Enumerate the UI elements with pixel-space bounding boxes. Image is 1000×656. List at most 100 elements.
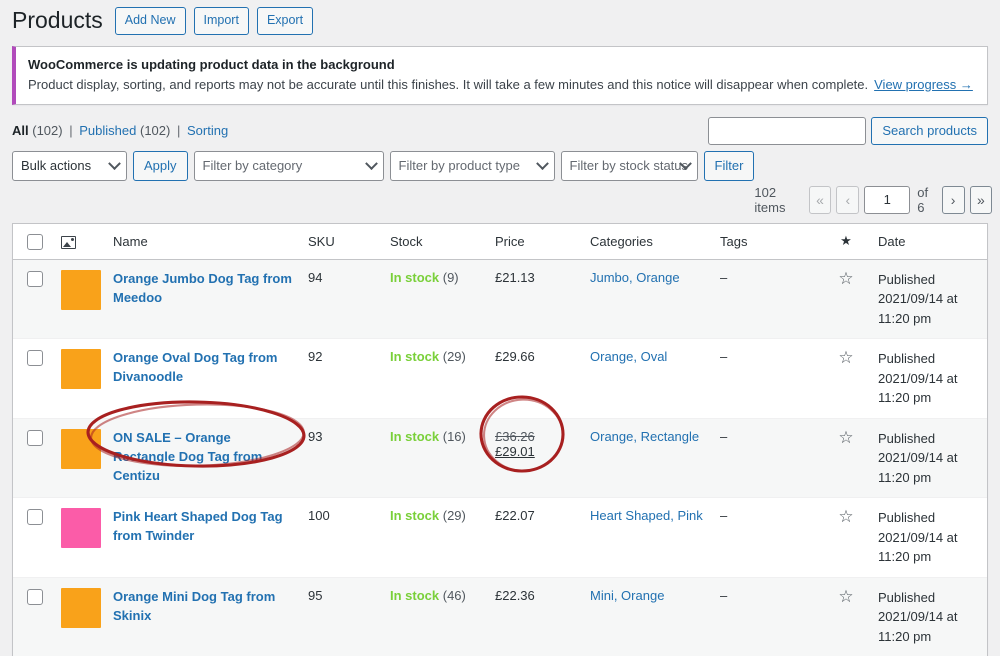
- star-outline-icon[interactable]: ☆: [838, 349, 853, 366]
- row-sku-cell: 95: [300, 577, 382, 656]
- product-categories[interactable]: Orange, Oval: [590, 349, 667, 364]
- stock-status-filter-label: Filter by stock status: [570, 158, 688, 173]
- header-categories: Categories: [582, 224, 712, 260]
- product-type-filter-select[interactable]: Filter by product type: [390, 151, 555, 181]
- stock-status-filter-select[interactable]: Filter by stock status: [561, 151, 698, 181]
- product-name-link[interactable]: Orange Jumbo Dog Tag from Meedoo: [113, 270, 292, 308]
- row-date-cell: Published2021/09/14 at 11:20 pm: [870, 418, 987, 498]
- row-checkbox[interactable]: [27, 430, 43, 446]
- select-all-checkbox[interactable]: [27, 234, 43, 250]
- category-filter-select[interactable]: Filter by category: [194, 151, 384, 181]
- header-stock: Stock: [382, 224, 487, 260]
- product-price: £22.07: [495, 508, 535, 523]
- stock-count: (29): [443, 508, 466, 523]
- chevron-down-icon: [108, 157, 121, 170]
- product-name-link[interactable]: Pink Heart Shaped Dog Tag from Twinder: [113, 508, 292, 546]
- product-categories[interactable]: Mini, Orange: [590, 588, 664, 603]
- product-categories[interactable]: Jumbo, Orange: [590, 270, 680, 285]
- row-categories-cell: Orange, Oval: [582, 339, 712, 419]
- export-button[interactable]: Export: [257, 7, 313, 35]
- header-featured[interactable]: ★: [822, 224, 870, 260]
- table-nav-top: Bulk actions Apply Filter by category Fi…: [0, 145, 1000, 223]
- row-tags-cell: –: [712, 577, 822, 656]
- search-products-button[interactable]: Search products: [871, 117, 988, 145]
- star-outline-icon[interactable]: ☆: [838, 270, 853, 287]
- row-featured-cell: ☆: [822, 339, 870, 419]
- status-link-published[interactable]: Published: [79, 123, 136, 138]
- notice-body: Product display, sorting, and reports ma…: [28, 77, 975, 92]
- row-tags-cell: –: [712, 418, 822, 498]
- row-sku-cell: 93: [300, 418, 382, 498]
- table-row: Pink Heart Shaped Dog Tag from Twinder10…: [13, 498, 987, 578]
- product-price: £21.13: [495, 270, 535, 285]
- search-input[interactable]: [708, 117, 866, 145]
- row-name-cell: Pink Heart Shaped Dog Tag from Twinder: [105, 498, 300, 578]
- star-outline-icon[interactable]: ☆: [838, 588, 853, 605]
- product-thumbnail[interactable]: [61, 270, 101, 310]
- row-stock-cell: In stock (9): [382, 259, 487, 339]
- product-categories[interactable]: Heart Shaped, Pink: [590, 508, 703, 523]
- current-page-input[interactable]: [864, 186, 910, 214]
- product-categories[interactable]: Orange, Rectangle: [590, 429, 699, 444]
- row-price-cell: £36.26£29.01: [487, 418, 582, 498]
- filter-button[interactable]: Filter: [704, 151, 755, 181]
- table-row: Orange Jumbo Dog Tag from Meedoo94In sto…: [13, 259, 987, 339]
- product-name-link[interactable]: Orange Mini Dog Tag from Skinix: [113, 588, 292, 626]
- row-stock-cell: In stock (16): [382, 418, 487, 498]
- category-filter-label: Filter by category: [203, 158, 303, 173]
- product-price: £29.66: [495, 349, 535, 364]
- row-date-cell: Published2021/09/14 at 11:20 pm: [870, 498, 987, 578]
- row-checkbox[interactable]: [27, 589, 43, 605]
- header-price[interactable]: Price: [487, 224, 582, 260]
- row-checkbox[interactable]: [27, 271, 43, 287]
- row-stock-cell: In stock (29): [382, 339, 487, 419]
- page-header: Products Add New Import Export: [0, 0, 1000, 42]
- product-thumbnail[interactable]: [61, 508, 101, 548]
- product-name-link[interactable]: Orange Oval Dog Tag from Divanoodle: [113, 349, 292, 387]
- star-outline-icon[interactable]: ☆: [838, 429, 853, 446]
- product-thumbnail[interactable]: [61, 429, 101, 469]
- next-page-button[interactable]: ›: [942, 186, 965, 214]
- prev-page-button[interactable]: ‹: [836, 186, 859, 214]
- total-pages-label: of 6: [917, 185, 934, 215]
- row-date-cell: Published2021/09/14 at 11:20 pm: [870, 339, 987, 419]
- header-name[interactable]: Name: [105, 224, 300, 260]
- row-checkbox-cell: [13, 577, 53, 656]
- notice-title: WooCommerce is updating product data in …: [28, 57, 975, 72]
- product-name-link[interactable]: ON SALE – Orange Rectangle Dog Tag from …: [113, 429, 292, 486]
- search-box: Search products: [708, 117, 988, 145]
- stock-count: (29): [443, 349, 466, 364]
- status-separator-2: |: [177, 123, 180, 138]
- status-link-all[interactable]: All: [12, 123, 29, 138]
- view-progress-link[interactable]: View progress →: [874, 77, 973, 92]
- header-image: [53, 224, 105, 260]
- stock-count: (16): [443, 429, 466, 444]
- date-status: Published: [878, 588, 979, 608]
- bulk-actions-select[interactable]: Bulk actions: [12, 151, 127, 181]
- product-thumbnail[interactable]: [61, 588, 101, 628]
- row-thumbnail-cell: [53, 339, 105, 419]
- row-price-cell: £21.13: [487, 259, 582, 339]
- header-date[interactable]: Date: [870, 224, 987, 260]
- import-button[interactable]: Import: [194, 7, 249, 35]
- items-count: 102 items: [754, 185, 799, 215]
- row-name-cell: Orange Jumbo Dog Tag from Meedoo: [105, 259, 300, 339]
- last-page-button[interactable]: »: [970, 186, 993, 214]
- product-price: £22.36: [495, 588, 535, 603]
- first-page-button[interactable]: «: [809, 186, 832, 214]
- row-sku-cell: 100: [300, 498, 382, 578]
- products-table-container: Name SKU Stock Price Categories Tags ★ D…: [12, 223, 988, 656]
- star-outline-icon[interactable]: ☆: [838, 508, 853, 525]
- product-thumbnail[interactable]: [61, 349, 101, 389]
- add-new-button[interactable]: Add New: [115, 7, 186, 35]
- row-checkbox[interactable]: [27, 350, 43, 366]
- sale-price: £29.01: [495, 444, 574, 459]
- row-price-cell: £29.66: [487, 339, 582, 419]
- apply-button[interactable]: Apply: [133, 151, 188, 181]
- row-featured-cell: ☆: [822, 418, 870, 498]
- status-link-sorting[interactable]: Sorting: [187, 123, 228, 138]
- row-checkbox[interactable]: [27, 509, 43, 525]
- header-sku[interactable]: SKU: [300, 224, 382, 260]
- row-stock-cell: In stock (29): [382, 498, 487, 578]
- stock-status: In stock: [390, 270, 439, 285]
